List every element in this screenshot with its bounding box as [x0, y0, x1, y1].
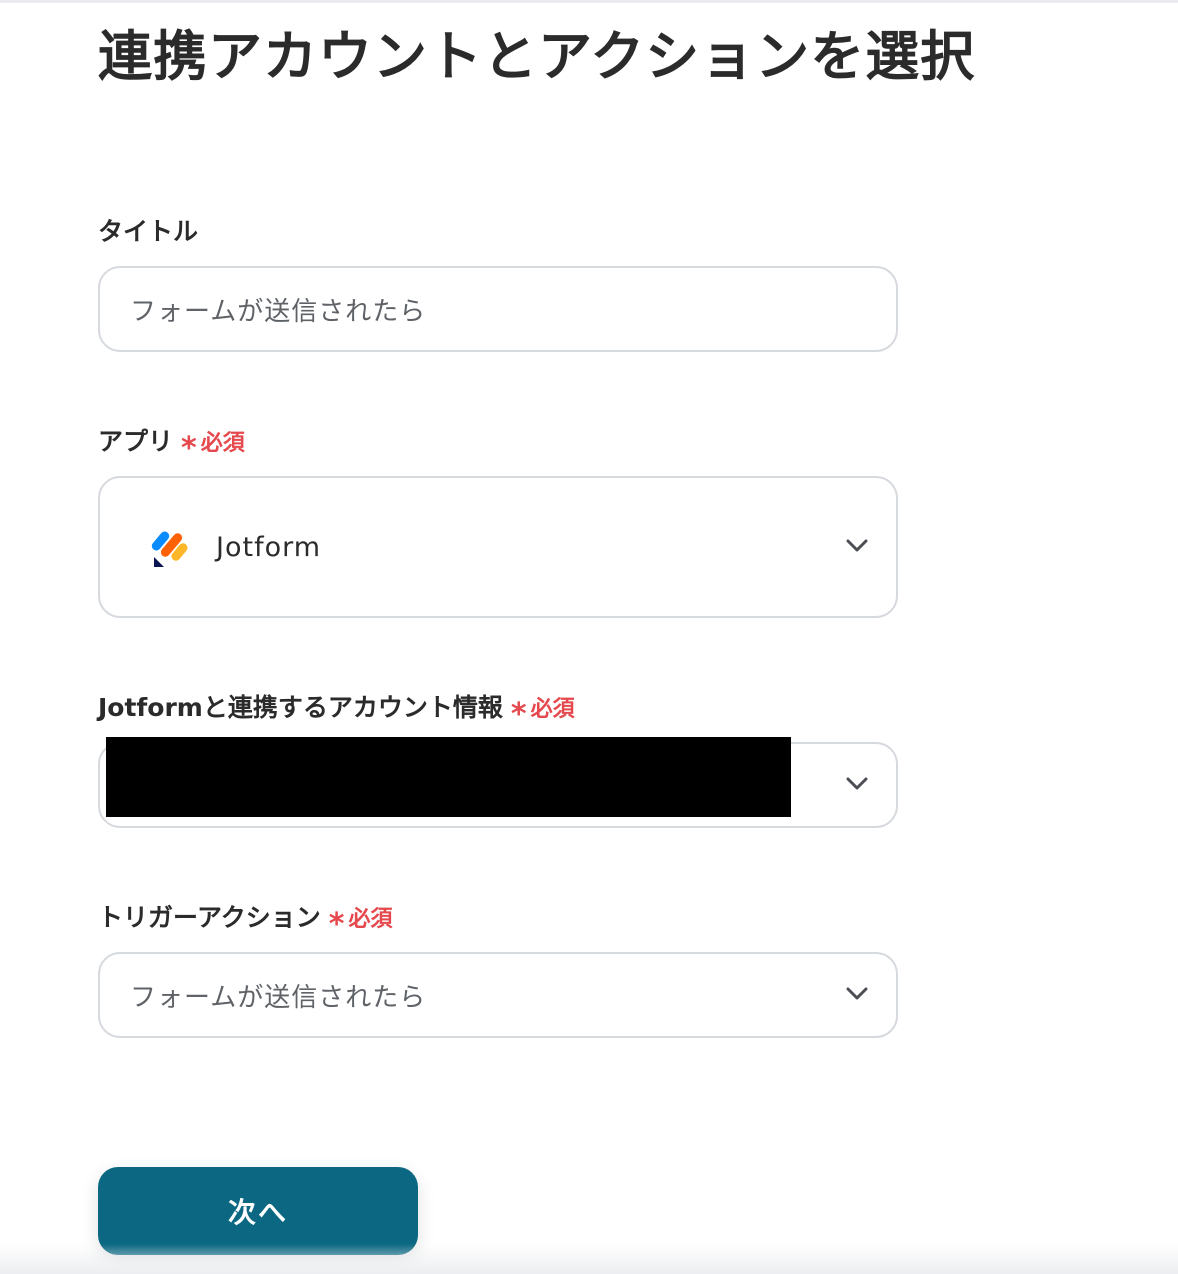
required-badge: * 必須 — [511, 689, 575, 732]
trigger-action-select[interactable]: フォームが送信されたら — [98, 952, 898, 1038]
bottom-fade — [0, 1244, 1178, 1274]
trigger-action-value: フォームが送信されたら — [130, 982, 427, 1013]
required-asterisk: * — [510, 697, 527, 732]
chevron-down-icon[interactable] — [844, 533, 870, 559]
required-badge: * 必須 — [329, 899, 393, 942]
title-field-label: タイトル — [98, 212, 198, 248]
required-badge: * 必須 — [181, 423, 245, 466]
title-input-value: フォームが送信されたら — [130, 296, 427, 327]
selected-app-name: Jotform — [216, 531, 322, 563]
title-input[interactable]: フォームが送信されたら — [98, 266, 898, 352]
top-divider — [0, 0, 1178, 3]
required-asterisk: * — [181, 431, 197, 466]
redacted-account-value — [106, 737, 791, 817]
account-field-label: Jotformと連携するアカウント情報 * 必須 — [98, 688, 575, 732]
title-label-text: タイトル — [98, 217, 199, 246]
chevron-down-icon[interactable] — [844, 771, 870, 797]
page-title: 連携アカウントとアクションを選択 — [98, 25, 976, 88]
account-label-text: Jotformと連携するアカウント情報 — [98, 693, 503, 722]
required-text: 必須 — [530, 697, 575, 722]
trigger-label-text: トリガーアクション — [98, 903, 321, 932]
app-label-text: アプリ — [98, 427, 174, 456]
page: 連携アカウントとアクションを選択 タイトル フォームが送信されたら アプリ * … — [0, 0, 1178, 1274]
chevron-down-icon[interactable] — [844, 981, 870, 1007]
jotform-logo-icon — [150, 525, 194, 569]
required-text: 必須 — [200, 431, 245, 456]
app-select[interactable]: Jotform — [98, 476, 898, 618]
required-asterisk: * — [328, 907, 345, 942]
next-button[interactable]: 次へ — [98, 1167, 418, 1255]
required-text: 必須 — [348, 907, 393, 932]
app-field-label: アプリ * 必須 — [98, 422, 245, 466]
trigger-field-label: トリガーアクション * 必須 — [98, 898, 393, 942]
